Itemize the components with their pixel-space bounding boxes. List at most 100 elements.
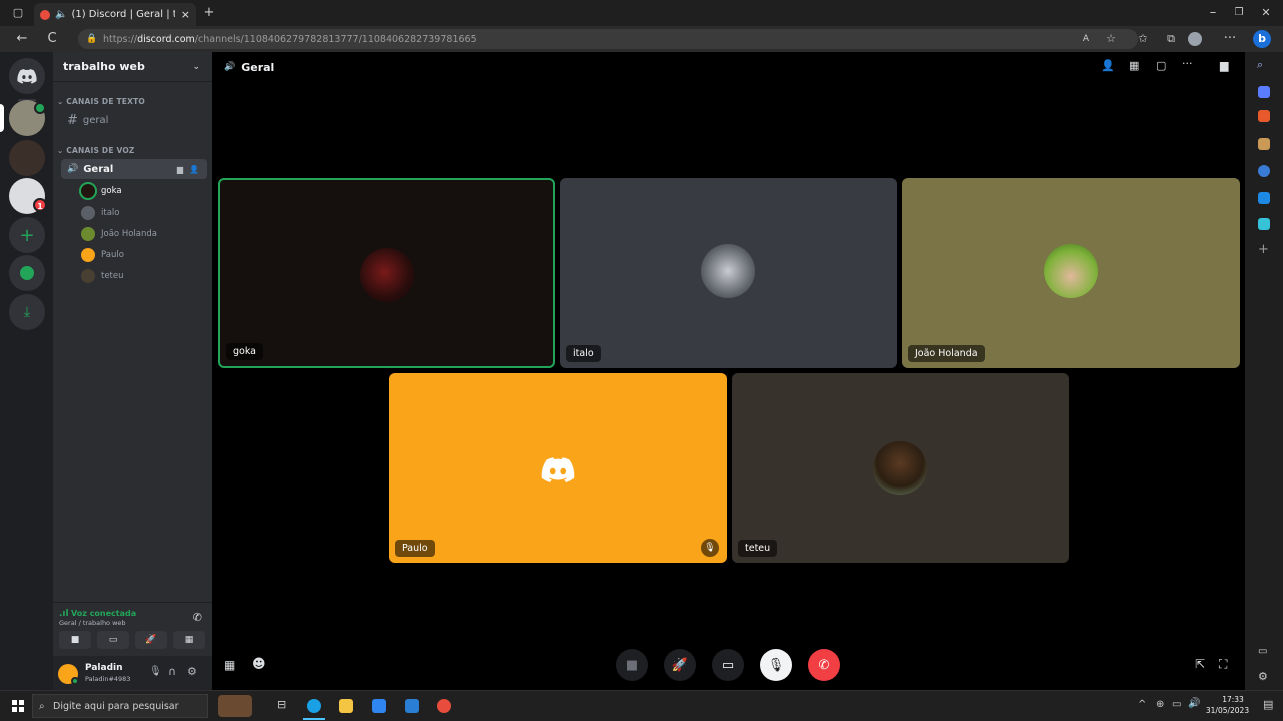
invite-user-icon[interactable]: 👤 bbox=[189, 165, 199, 174]
voice-user-joao[interactable]: João Holanda bbox=[81, 225, 157, 243]
camera-toggle-button[interactable]: ■ bbox=[616, 649, 648, 681]
category-text-channels[interactable]: ⌄ CANAIS DE TEXTO bbox=[57, 97, 145, 106]
avatar bbox=[873, 441, 927, 495]
voice-stage: 🔊 Geral 👤 ▦ ▢ ··· ▆ goka italo João Hola… bbox=[212, 52, 1245, 690]
camera-button[interactable]: ■ bbox=[59, 631, 91, 649]
search-icon[interactable]: ⌕ bbox=[1257, 58, 1263, 72]
popout-icon[interactable]: ▢ bbox=[1156, 59, 1166, 72]
invite-icon[interactable]: 👤 bbox=[1101, 59, 1115, 72]
shopping-icon[interactable] bbox=[1258, 86, 1270, 98]
activities-button[interactable]: 🚀 bbox=[135, 631, 167, 649]
emoji-reaction-icon[interactable]: ☻ bbox=[252, 657, 266, 672]
voice-user-italo[interactable]: italo bbox=[81, 204, 119, 222]
audio-playing-icon: 🔈 bbox=[55, 9, 68, 20]
file-explorer-icon[interactable] bbox=[339, 699, 353, 713]
fullscreen-icon[interactable]: ⛶ bbox=[1219, 657, 1227, 672]
video-tile-italo[interactable]: italo bbox=[560, 178, 897, 368]
sidebar-layout-icon[interactable]: ▭ bbox=[1258, 646, 1267, 657]
minimize-button[interactable]: – bbox=[1203, 3, 1223, 23]
new-tab-button[interactable]: + bbox=[199, 3, 219, 23]
tools-icon[interactable] bbox=[1258, 110, 1270, 122]
channel-geral-voice[interactable]: 🔊 Geral ▆ 👤 bbox=[61, 159, 207, 179]
unmute-microphone-button[interactable]: 🎙 bbox=[760, 649, 792, 681]
read-aloud-icon[interactable]: A bbox=[1076, 29, 1096, 49]
add-server-icon[interactable]: + bbox=[9, 217, 45, 253]
category-voice-channels[interactable]: ⌄ CANAIS DE VOZ bbox=[57, 146, 135, 155]
share-screen-button[interactable]: ▭ bbox=[712, 649, 744, 681]
settings-gear-icon[interactable]: ⚙ bbox=[187, 665, 197, 678]
more-options-icon[interactable]: ··· bbox=[1182, 57, 1193, 70]
browser-tab[interactable]: 🔈 (1) Discord | Geral | trabalho × bbox=[34, 3, 196, 26]
tab-actions-icon[interactable]: ▢ bbox=[8, 3, 28, 23]
lock-icon: 🔒 bbox=[86, 34, 98, 44]
add-sidebar-app-icon[interactable]: + bbox=[1258, 242, 1269, 257]
clock-date[interactable]: 31/05/2023 bbox=[1200, 706, 1255, 715]
voice-user-paulo[interactable]: Paulo bbox=[81, 246, 124, 264]
voice-user-name: italo bbox=[101, 208, 120, 218]
headphones-icon[interactable]: ∩ bbox=[168, 665, 176, 678]
voice-user-name: Paulo bbox=[101, 250, 124, 260]
favorite-star-icon[interactable]: ☆ bbox=[1101, 29, 1121, 49]
favorites-icon[interactable]: ✩ bbox=[1133, 29, 1153, 49]
tab-close-icon[interactable]: × bbox=[181, 8, 190, 21]
layout-grid-icon[interactable]: ▦ bbox=[1129, 59, 1139, 72]
activity-launch-button[interactable]: 🚀 bbox=[664, 649, 696, 681]
windows-start-icon[interactable] bbox=[12, 700, 24, 712]
back-button[interactable]: ← bbox=[12, 29, 32, 49]
volume-icon[interactable]: 🔊 bbox=[1188, 698, 1200, 709]
notifications-icon[interactable]: ▤ bbox=[1263, 698, 1273, 711]
task-view-icon[interactable]: ⊟ bbox=[277, 698, 286, 711]
pop-out-icon[interactable]: ⇱ bbox=[1195, 657, 1205, 671]
disconnect-icon[interactable]: ✆ bbox=[193, 611, 202, 624]
activities-panel-icon[interactable]: ▦ bbox=[224, 658, 235, 672]
soundboard-button[interactable]: ▦ bbox=[173, 631, 205, 649]
video-tile-teteu[interactable]: teteu bbox=[732, 373, 1069, 563]
video-tile-goka[interactable]: goka bbox=[218, 178, 555, 368]
network-icon[interactable]: ⊕ bbox=[1156, 699, 1164, 710]
voice-user-goka[interactable]: goka bbox=[81, 182, 122, 200]
clock-time[interactable]: 17:33 bbox=[1213, 695, 1253, 704]
voice-user-name: goka bbox=[101, 186, 122, 196]
chrome-icon[interactable] bbox=[437, 699, 451, 713]
taskbar-search-input[interactable]: ⌕ Digite aqui para pesquisar bbox=[32, 694, 208, 718]
profile-avatar[interactable] bbox=[1188, 32, 1202, 46]
voice-channel-label: Geral bbox=[83, 163, 114, 175]
download-apps-icon[interactable]: ⤓ bbox=[9, 294, 45, 330]
voice-user-teteu[interactable]: teteu bbox=[81, 267, 124, 285]
browser-menu-button[interactable]: ··· bbox=[1220, 29, 1240, 49]
server-icon-2[interactable] bbox=[9, 140, 45, 176]
outlook-icon[interactable] bbox=[1258, 192, 1270, 204]
voice-location[interactable]: Geral / trabalho web bbox=[59, 619, 126, 627]
weather-widget-icon[interactable] bbox=[218, 695, 252, 717]
office-icon[interactable] bbox=[1258, 165, 1270, 177]
edge-settings-gear-icon[interactable]: ⚙ bbox=[1258, 670, 1268, 683]
refresh-button[interactable]: C bbox=[42, 29, 62, 49]
guild-header[interactable]: trabalho web ⌄ bbox=[53, 52, 212, 82]
screen-share-button[interactable]: ▭ bbox=[97, 631, 129, 649]
explore-servers-icon[interactable] bbox=[9, 255, 45, 291]
edge-taskbar-icon[interactable] bbox=[307, 699, 321, 713]
video-tile-paulo[interactable]: Paulo 🎙 bbox=[389, 373, 727, 563]
voice-user-name: teteu bbox=[101, 271, 124, 281]
telegram-icon[interactable] bbox=[1258, 218, 1270, 230]
mute-mic-icon[interactable]: 🎙 bbox=[149, 666, 162, 677]
disconnect-call-button[interactable]: ✆ bbox=[808, 649, 840, 681]
online-status-icon bbox=[71, 677, 79, 685]
store-icon[interactable] bbox=[372, 699, 386, 713]
system-tray-chevron-icon[interactable]: ^ bbox=[1138, 699, 1146, 710]
close-window-button[interactable]: ✕ bbox=[1256, 3, 1276, 23]
avatar bbox=[81, 227, 95, 241]
discord-home-icon[interactable] bbox=[9, 58, 45, 94]
url-input[interactable]: 🔒 https://discord.com/channels/110840627… bbox=[78, 29, 1138, 49]
chat-icon[interactable]: ▆ bbox=[177, 165, 183, 174]
collections-icon[interactable]: ⧉ bbox=[1161, 29, 1181, 49]
restore-button[interactable]: ❐ bbox=[1229, 3, 1249, 23]
games-icon[interactable] bbox=[1258, 138, 1270, 150]
channel-geral-text[interactable]: # geral bbox=[61, 110, 207, 130]
bing-chat-icon[interactable]: b bbox=[1253, 30, 1271, 48]
video-tile-joao-holanda[interactable]: João Holanda bbox=[902, 178, 1240, 368]
show-chat-icon[interactable]: ▆ bbox=[1220, 59, 1228, 72]
display-icon[interactable]: ▭ bbox=[1172, 699, 1181, 710]
mail-icon[interactable] bbox=[405, 699, 419, 713]
url-domain: discord.com bbox=[137, 33, 195, 45]
